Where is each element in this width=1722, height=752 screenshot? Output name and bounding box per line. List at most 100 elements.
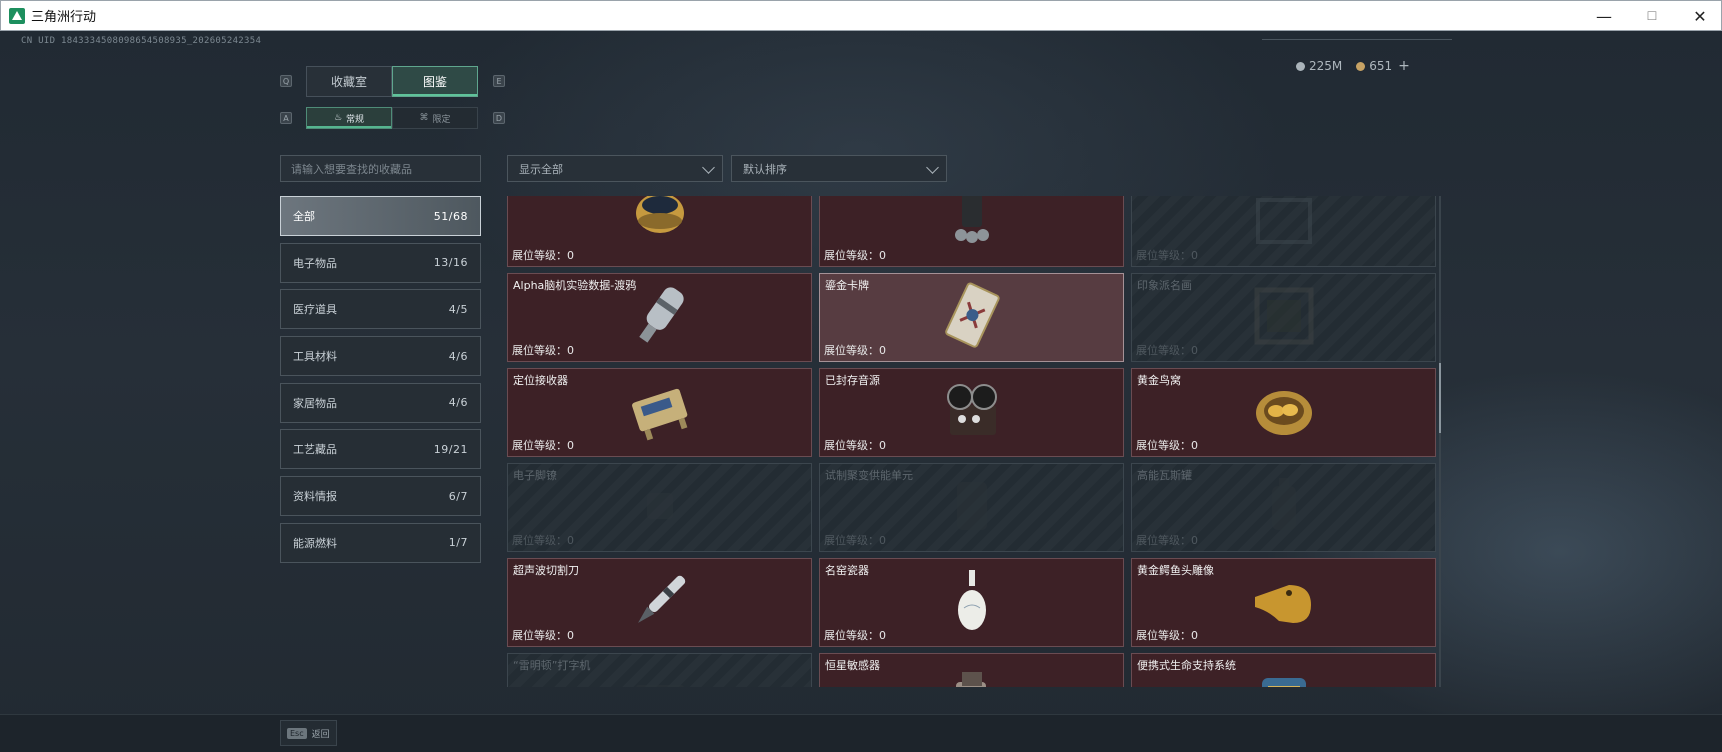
- collection-item-card[interactable]: 便携式生命支持系统展位等级：0: [1131, 653, 1436, 687]
- item-name: 试制聚变供能单元: [825, 469, 913, 482]
- key-hint-d: D: [493, 112, 505, 124]
- item-name: Alpha脑机实验数据-渡鸦: [513, 279, 637, 292]
- sub-tabs: ♨ 常规 ⌘ 限定: [306, 107, 478, 129]
- receiver-icon: [625, 381, 695, 445]
- tab-collection-room[interactable]: 收藏室: [306, 66, 392, 97]
- item-grid-viewport: 展位等级：0 展位等级：0 展位等级：0 Alpha脑机实验数据-渡鸦 展位等级：0 鎏金…: [507, 196, 1443, 687]
- painting-icon: [1249, 286, 1319, 350]
- collection-item-card[interactable]: 黄金鸟窝 展位等级：0: [1131, 368, 1436, 457]
- collection-item-card[interactable]: 黄金鳄鱼头雕像 展位等级：0: [1131, 558, 1436, 647]
- collection-item-card[interactable]: 试制聚变供能单元 展位等级：0: [819, 463, 1124, 552]
- close-button[interactable]: ✕: [1677, 1, 1722, 31]
- item-name: 定位接收器: [513, 374, 568, 387]
- item-display-level: 展位等级：0: [512, 629, 574, 642]
- category-household[interactable]: 家居物品 4/6: [280, 382, 481, 423]
- item-name: 印象派名画: [1137, 279, 1192, 292]
- category-list: 全部 51/68 电子物品 13/16 医疗道具 4/5 工具材料 4/6 家居物品 4/…: [280, 196, 481, 570]
- collection-item-card[interactable]: 已封存音源 展位等级：0: [819, 368, 1124, 457]
- category-electronics[interactable]: 电子物品 13/16: [280, 242, 481, 283]
- window-titlebar: 三角洲行动 — ☐ ✕: [0, 0, 1722, 31]
- search-input[interactable]: 请输入想要查找的收藏品: [280, 155, 481, 182]
- item-name: 电子脚镣: [513, 469, 557, 482]
- item-display-level: 展位等级：0: [1136, 629, 1198, 642]
- chevron-down-icon: [926, 161, 939, 174]
- category-tools[interactable]: 工具材料 4/6: [280, 336, 481, 377]
- category-medical[interactable]: 医疗道具 4/5: [280, 289, 481, 330]
- limited-icon: ⌘: [419, 113, 429, 123]
- life-support-icon: [1254, 666, 1314, 687]
- collection-item-card[interactable]: 高能瓦斯罐展位等级：0: [1131, 463, 1436, 552]
- scrollbar-thumb[interactable]: [1439, 363, 1441, 433]
- player-uid: CN UID 1843334508098654508935_2026052423…: [21, 36, 262, 46]
- app-logo-icon: [9, 7, 25, 24]
- collection-item-card[interactable]: 展位等级：0: [507, 196, 812, 267]
- item-display-level: 展位等级：0: [824, 344, 886, 357]
- item-display-level: 展位等级：0: [1136, 249, 1198, 262]
- ankle-monitor-icon: [635, 481, 685, 535]
- tab-catalog[interactable]: 图鉴: [392, 66, 478, 97]
- item-name: 黄金鸟窝: [1137, 374, 1181, 387]
- category-energy[interactable]: 能源燃料 1/7: [280, 522, 481, 563]
- bottom-bar: [0, 714, 1722, 752]
- item-name: 鎏金卡牌: [825, 279, 869, 292]
- collection-item-card[interactable]: 鎏金卡牌展位等级：0: [819, 273, 1124, 362]
- top-divider: [1262, 39, 1452, 40]
- filter-dropdown[interactable]: 显示全部: [507, 155, 723, 182]
- item-grid: 展位等级：0 展位等级：0 展位等级：0 Alpha脑机实验数据-渡鸦 展位等级：0 鎏金…: [507, 196, 1436, 687]
- collection-item-card[interactable]: 名窑瓷器 展位等级：0: [819, 558, 1124, 647]
- key-hint-e: E: [493, 75, 505, 87]
- item-name: 名窑瓷器: [825, 564, 869, 577]
- gold-balance: 651: [1356, 59, 1392, 73]
- collection-item-card[interactable]: 定位接收器展位等级：0: [507, 368, 812, 457]
- collection-item-card[interactable]: 超声波切割刀 展位等级：0: [507, 558, 812, 647]
- collection-item-card[interactable]: 电子脚镣展位等级：0: [507, 463, 812, 552]
- item-display-level: 展位等级：0: [824, 534, 886, 547]
- game-viewport: CN UID 1843334508098654508935_2026052423…: [0, 31, 1722, 752]
- category-all[interactable]: 全部 51/68: [280, 196, 481, 236]
- item-name: “雷明顿”打字机: [513, 659, 591, 672]
- add-currency-button[interactable]: +: [1398, 58, 1410, 74]
- currency-bar: 225M 651 +: [1296, 58, 1410, 74]
- main-tabs: 收藏室 图鉴: [306, 66, 478, 97]
- robot-arm-icon: [947, 196, 997, 255]
- minimize-button[interactable]: —: [1581, 1, 1627, 31]
- item-name: 恒星敏感器: [825, 659, 880, 672]
- collection-item-card[interactable]: “雷明顿”打字机展位等级：0: [507, 653, 812, 687]
- sort-dropdown[interactable]: 默认排序: [731, 155, 947, 182]
- reel-recorder-icon: [942, 381, 1002, 445]
- collection-item-card[interactable]: 印象派名画展位等级：0: [1131, 273, 1436, 362]
- porcelain-vase-icon: [952, 568, 992, 638]
- item-display-level: 展位等级：0: [824, 249, 886, 262]
- item-display-level: 展位等级：0: [512, 534, 574, 547]
- subtab-limited[interactable]: ⌘ 限定: [392, 107, 478, 129]
- collection-item-card[interactable]: 展位等级：0: [1131, 196, 1436, 267]
- collection-item-card[interactable]: 展位等级：0: [819, 196, 1124, 267]
- gold-coin-icon: [1356, 62, 1366, 71]
- scrollbar-track[interactable]: [1439, 196, 1441, 687]
- collection-item-card[interactable]: Alpha脑机实验数据-渡鸦 展位等级：0: [507, 273, 812, 362]
- item-name: 已封存音源: [825, 374, 880, 387]
- key-hint-q: Q: [280, 75, 292, 87]
- collection-item-card[interactable]: 恒星敏感器展位等级：0: [819, 653, 1124, 687]
- subtab-regular[interactable]: ♨ 常规: [306, 107, 392, 129]
- item-name: 黄金鳄鱼头雕像: [1137, 564, 1214, 577]
- back-button[interactable]: Esc 返回: [280, 720, 337, 746]
- item-display-level: 展位等级：0: [512, 439, 574, 452]
- window-title: 三角洲行动: [31, 10, 97, 25]
- item-display-level: 展位等级：0: [1136, 344, 1198, 357]
- typewriter-icon: [630, 671, 690, 687]
- chevron-down-icon: [702, 161, 715, 174]
- fusion-cell-icon: [947, 476, 997, 540]
- gas-can-icon: [1259, 476, 1309, 540]
- flame-icon: ♨: [333, 113, 343, 123]
- card-icon: [937, 281, 1007, 355]
- star-sensor-icon: [942, 666, 1002, 687]
- item-display-level: 展位等级：0: [1136, 534, 1198, 547]
- category-intel[interactable]: 资料情报 6/7: [280, 476, 481, 517]
- item-display-level: 展位等级：0: [512, 344, 574, 357]
- esc-key-hint: Esc: [287, 727, 307, 739]
- category-crafts[interactable]: 工艺藏品 19/21: [280, 429, 481, 470]
- maximize-button[interactable]: ☐: [1629, 1, 1675, 31]
- item-name: 高能瓦斯罐: [1137, 469, 1192, 482]
- golden-nest-icon: [1252, 383, 1316, 443]
